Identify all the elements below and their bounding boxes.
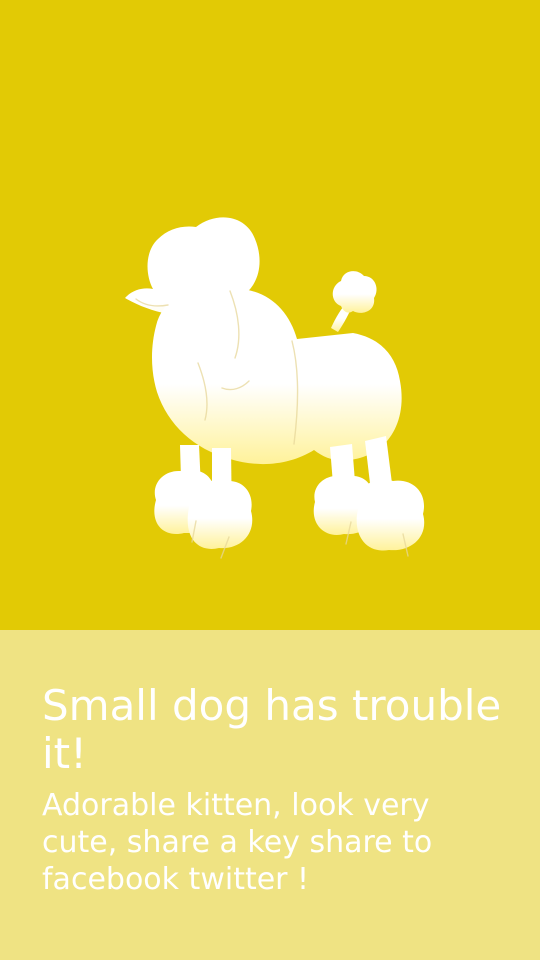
- hero-image-area: [0, 0, 540, 630]
- caption-body: Adorable kitten, look very cute, share a…: [42, 788, 433, 897]
- poodle-silhouette-icon: [125, 217, 425, 559]
- app-screen: Small dog has trouble it! Adorable kitte…: [0, 0, 540, 960]
- caption-title: Small dog has trouble it!: [42, 681, 502, 778]
- caption-panel: Small dog has trouble it! Adorable kitte…: [0, 630, 540, 960]
